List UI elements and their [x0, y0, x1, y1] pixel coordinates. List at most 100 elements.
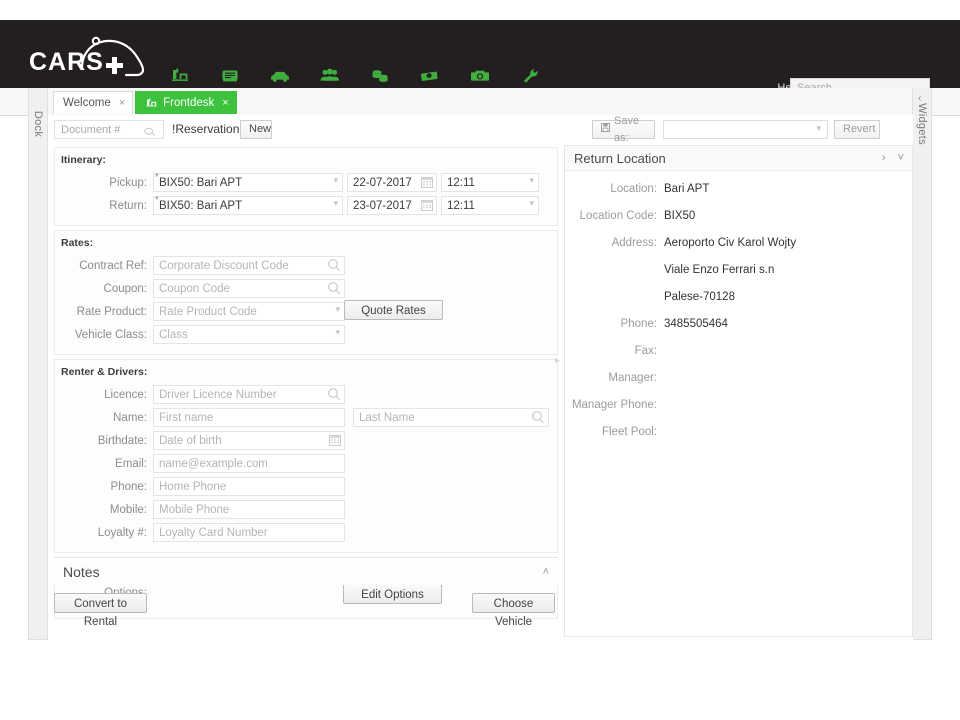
contract-ref-input[interactable]	[153, 256, 345, 276]
last-name-field[interactable]	[353, 408, 549, 428]
people-icon	[305, 66, 355, 86]
panel-next-icon[interactable]: ›	[882, 152, 886, 164]
loyalty-input[interactable]	[153, 523, 345, 543]
return-time-field[interactable]: ▾	[441, 196, 539, 216]
tab-frontdesk[interactable]: Frontdesk ×	[135, 91, 237, 114]
pickup-time-field[interactable]: ▾	[441, 173, 539, 193]
widgets-rail[interactable]: ‹ Widgets	[912, 88, 932, 640]
last-name-input[interactable]	[353, 408, 549, 428]
return-location-input[interactable]	[153, 196, 343, 216]
reservation-icon	[205, 66, 255, 86]
coupon-input[interactable]	[153, 279, 345, 299]
mobile-label: Mobile:	[109, 503, 147, 516]
rate-product-input[interactable]	[153, 302, 345, 322]
revert-button[interactable]: Revert	[834, 120, 880, 139]
detail-row-manager: Manager:	[565, 372, 912, 399]
detail-label-location: Location:	[610, 183, 657, 195]
tab-welcome[interactable]: Welcome ×	[53, 91, 134, 114]
birthdate-field[interactable]	[153, 431, 345, 451]
detail-row-address-line3: Palese-70128	[565, 291, 912, 318]
widgets-rail-label: Widgets	[916, 103, 928, 145]
detail-row-location: Location: Bari APT	[565, 183, 912, 210]
detail-label-location-code: Location Code:	[579, 210, 657, 222]
pickup-location-input[interactable]	[153, 173, 343, 193]
rate-product-field[interactable]: ▾	[153, 302, 345, 322]
page-footer	[0, 640, 960, 720]
tab-frontdesk-label: Frontdesk	[163, 97, 215, 109]
pickup-time-input[interactable]	[441, 173, 539, 193]
itinerary-return-row: Return: * ▾	[55, 194, 557, 217]
loyalty-field[interactable]	[153, 523, 345, 543]
save-as-button[interactable]: Save as:	[592, 115, 655, 144]
cars-logo[interactable]: CARS	[27, 32, 157, 78]
detail-label-address: Address:	[611, 237, 657, 249]
detail-value-address-line3: Palese-70128	[664, 291, 735, 303]
rates-fieldset: Rates: Contract Ref: Coupo	[54, 230, 558, 355]
notes-section[interactable]: Notes ˄	[54, 557, 558, 585]
detail-label-phone: Phone:	[620, 318, 657, 330]
first-name-field[interactable]	[153, 408, 345, 428]
return-date-field[interactable]	[347, 196, 437, 216]
main-content: !Reservation New Save as: ▾ Revert	[48, 115, 913, 640]
return-location-field[interactable]: * ▾	[153, 194, 343, 216]
dock-rail[interactable]: Dock	[28, 88, 48, 640]
vehicle-class-input[interactable]	[153, 325, 345, 345]
required-marker-icon: *	[155, 194, 159, 206]
panel-collapse-icon[interactable]: ˅	[898, 152, 904, 164]
new-button[interactable]: New	[240, 120, 272, 139]
tab-frontdesk-close-icon[interactable]: ×	[222, 97, 228, 109]
detail-row-address-line2: Viale Enzo Ferrari s.n	[565, 264, 912, 291]
coupon-field[interactable]	[153, 279, 345, 299]
dock-rail-label: Dock	[32, 110, 44, 138]
return-date-input[interactable]	[347, 196, 437, 216]
email-field[interactable]	[153, 454, 345, 474]
renter-drivers-fieldset: Renter & Drivers: Licence: Driver Licenc…	[54, 359, 558, 553]
document-search-icon[interactable]	[144, 124, 157, 142]
rate-product-row: Rate Product: ▾	[55, 300, 557, 323]
return-location-panel: Return Location › ˅ Location: Bari APT L…	[564, 145, 913, 637]
money-icon	[405, 66, 455, 86]
phone-row: Phone:	[55, 475, 557, 498]
car-icon	[255, 66, 305, 86]
rate-product-label: Rate Product:	[76, 305, 147, 318]
contract-ref-field[interactable]	[153, 256, 345, 276]
tab-welcome-label: Welcome	[63, 97, 111, 109]
pickup-date-field[interactable]	[347, 173, 437, 193]
loyalty-label: Loyalty #:	[97, 526, 147, 539]
mobile-input[interactable]	[153, 500, 345, 520]
detail-row-address: Address: Aeroporto Civ Karol Wojty	[565, 237, 912, 264]
return-time-input[interactable]	[441, 196, 539, 216]
detail-label-fleet-pool: Fleet Pool:	[602, 426, 657, 438]
panel-splitter-handle[interactable]: ▸	[555, 355, 560, 366]
return-location-title: Return Location	[574, 150, 666, 166]
save-as-select[interactable]: ▾	[663, 120, 828, 139]
camera-icon	[455, 66, 505, 86]
coupon-row: Coupon:	[55, 277, 557, 300]
pickup-date-input[interactable]	[347, 173, 437, 193]
email-input[interactable]	[153, 454, 345, 474]
quote-rates-button[interactable]: Quote Rates	[344, 300, 443, 320]
phone-field[interactable]	[153, 477, 345, 497]
detail-label-manager: Manager:	[608, 372, 657, 384]
required-marker-icon: *	[155, 171, 159, 183]
choose-vehicle-button[interactable]: Choose Vehicle	[472, 593, 555, 628]
notes-collapse-icon[interactable]: ˄	[543, 566, 549, 578]
itinerary-pickup-row: Pickup: * ▾	[55, 171, 557, 194]
licence-input[interactable]	[153, 385, 345, 405]
phone-label: Phone:	[110, 480, 147, 493]
email-row: Email:	[55, 452, 557, 475]
vehicle-class-field[interactable]: ▾	[153, 325, 345, 345]
phone-input[interactable]	[153, 477, 345, 497]
form-action-bar: Convert to Rental Choose Vehicle	[54, 593, 558, 628]
pickup-location-field[interactable]: * ▾	[153, 171, 343, 193]
contract-ref-row: Contract Ref:	[55, 254, 557, 277]
first-name-input[interactable]	[153, 408, 345, 428]
licence-field[interactable]	[153, 385, 345, 405]
mobile-field[interactable]	[153, 500, 345, 520]
convert-to-rental-button[interactable]: Convert to Rental	[54, 593, 147, 628]
birthdate-input[interactable]	[153, 431, 345, 451]
detail-value-phone: 3485505464	[664, 318, 728, 330]
coupon-label: Coupon:	[103, 282, 147, 295]
tab-welcome-close-icon[interactable]: ×	[119, 97, 125, 109]
tab-list: Welcome × Frontdesk ×	[53, 91, 239, 114]
